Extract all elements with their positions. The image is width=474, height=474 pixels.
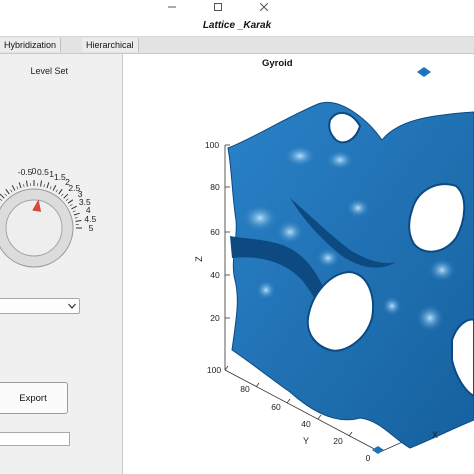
knob-tick bbox=[69, 204, 73, 207]
knob-tick bbox=[58, 188, 63, 195]
y-tick-80: 80 bbox=[240, 384, 250, 394]
control-panel: Level Set -0.5 0 0.5 1 1.5 2 2.5 3 3.5 4 4.5 5 Expo… bbox=[0, 54, 123, 474]
knob-tick bbox=[67, 199, 74, 204]
z-tick-60: 60 bbox=[210, 227, 220, 237]
knob-tick bbox=[49, 186, 52, 190]
knob-tick bbox=[61, 193, 64, 197]
output-field[interactable] bbox=[0, 432, 70, 446]
y-tick-100: 100 bbox=[206, 365, 222, 375]
level-set-knob[interactable] bbox=[0, 94, 122, 284]
plot-title: Gyroid bbox=[262, 58, 293, 69]
knob-tick bbox=[0, 193, 5, 199]
minimize-icon bbox=[168, 6, 176, 8]
close-button[interactable] bbox=[242, 0, 286, 16]
knob-tick bbox=[25, 180, 28, 187]
y-tick-60: 60 bbox=[271, 402, 281, 412]
knob-tick bbox=[46, 182, 50, 189]
knob-tick bbox=[43, 184, 45, 188]
knob-tick bbox=[16, 186, 19, 190]
maximize-icon bbox=[214, 3, 222, 11]
z-tick-80: 80 bbox=[210, 182, 220, 192]
option-dropdown[interactable] bbox=[0, 298, 80, 314]
x-axis-label: X bbox=[432, 430, 439, 440]
z-axis-label: Z bbox=[193, 256, 204, 262]
level-set-label: Level Set bbox=[30, 66, 68, 76]
knob-tick bbox=[63, 193, 69, 199]
knob-tick bbox=[0, 198, 3, 201]
knob-tick bbox=[71, 205, 77, 210]
tab-hybridization[interactable]: Hybridization bbox=[0, 38, 62, 52]
knob-tick bbox=[11, 185, 16, 191]
window-titlebar: Lattice _Karak bbox=[0, 0, 474, 37]
maximize-button[interactable] bbox=[196, 0, 240, 16]
knob-tick bbox=[5, 188, 10, 195]
knob-tick bbox=[72, 210, 76, 213]
knob-tick bbox=[73, 212, 80, 216]
window-title: Lattice _Karak bbox=[202, 20, 272, 31]
z-tick-40: 40 bbox=[210, 270, 220, 280]
minimize-button[interactable] bbox=[150, 0, 194, 16]
y-tick-40: 40 bbox=[301, 419, 311, 429]
export-button[interactable]: Export bbox=[0, 382, 68, 414]
chevron-down-icon bbox=[68, 303, 76, 309]
knob-tick bbox=[4, 193, 7, 197]
knob-tick bbox=[74, 217, 78, 219]
knob-tick bbox=[10, 189, 13, 193]
colorbar-icon[interactable] bbox=[417, 67, 431, 77]
tab-bar: Hybridization Hierarchical bbox=[0, 37, 474, 54]
z-tick-100: 100 bbox=[204, 140, 220, 150]
close-icon bbox=[260, 3, 268, 11]
knob-tick bbox=[23, 184, 25, 188]
knob-tick bbox=[40, 180, 43, 187]
knob-tick bbox=[52, 185, 57, 191]
tab-hierarchical[interactable]: Hierarchical bbox=[82, 38, 139, 52]
knob-tick bbox=[65, 198, 69, 201]
knob-tick bbox=[18, 182, 22, 189]
y-axis-label: Y bbox=[303, 436, 310, 446]
y-tick-20: 20 bbox=[333, 436, 343, 446]
knob-tick bbox=[75, 219, 82, 222]
y-tick-0: 0 bbox=[365, 453, 371, 463]
plot-area bbox=[123, 54, 474, 474]
knob-tick bbox=[55, 189, 58, 193]
z-tick-20: 20 bbox=[210, 313, 220, 323]
